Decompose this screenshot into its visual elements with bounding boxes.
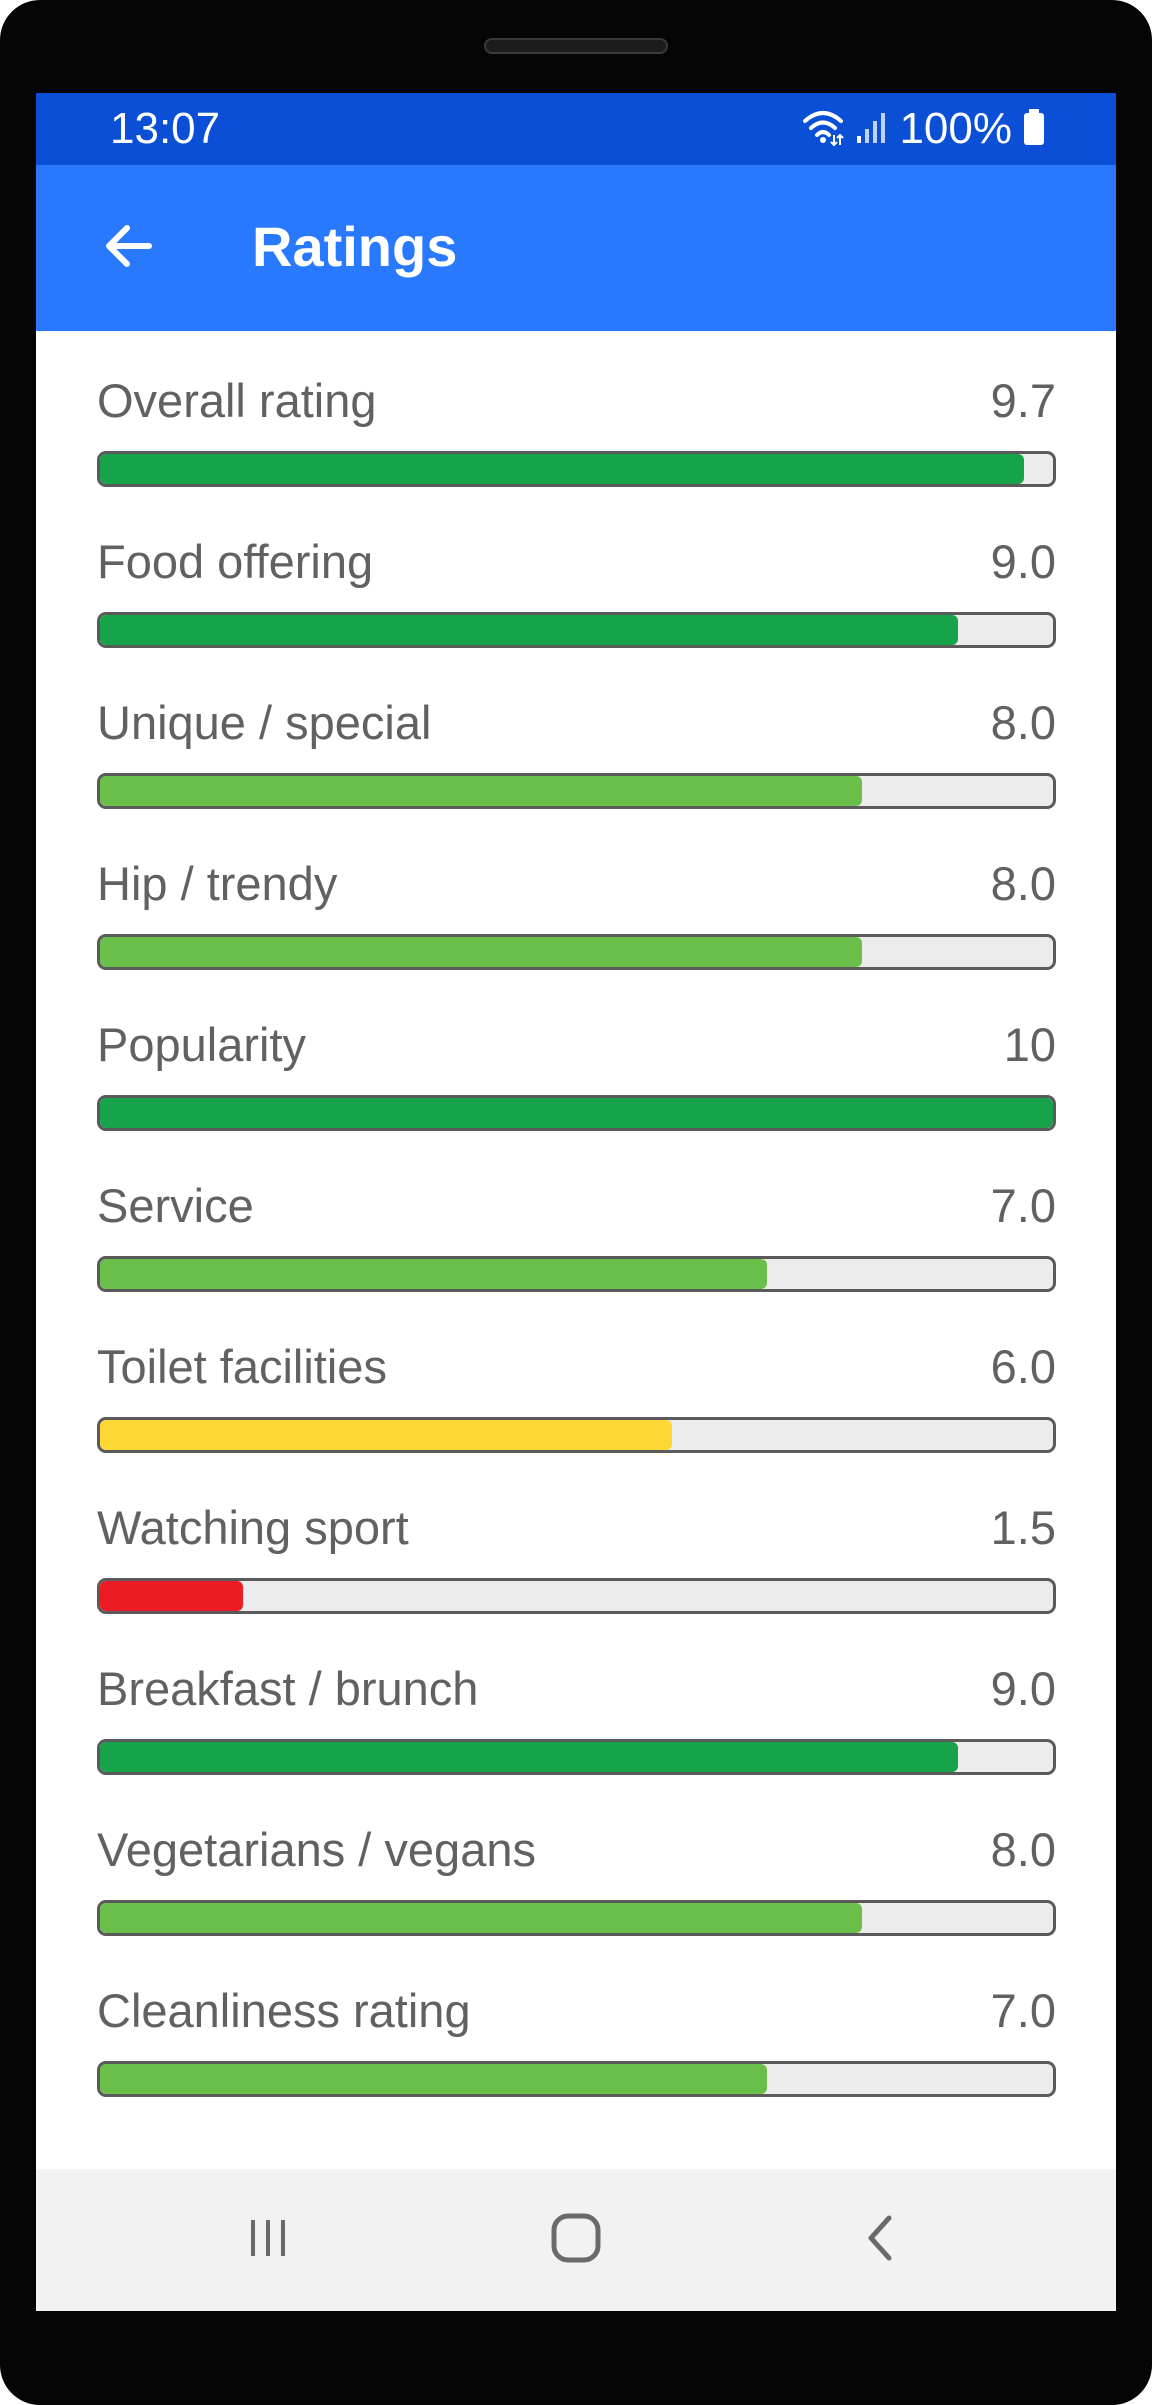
rating-row: Popularity 10 [97, 1017, 1056, 1178]
rating-label: Overall rating [97, 374, 377, 427]
rating-value: 7.0 [990, 1984, 1056, 2037]
rating-bar-fill [100, 776, 863, 806]
rating-row: Service 7.0 [97, 1178, 1056, 1339]
rating-value: 9.7 [990, 374, 1056, 427]
rating-bar-track [97, 773, 1056, 809]
home-icon [546, 2208, 606, 2273]
recent-apps-icon [238, 2208, 298, 2273]
battery-percentage: 100% [899, 104, 1012, 153]
rating-label: Food offering [97, 535, 374, 588]
rating-value: 1.5 [990, 1501, 1056, 1554]
rating-value: 9.0 [990, 535, 1056, 588]
rating-value: 6.0 [990, 1340, 1056, 1393]
rating-bar-track [97, 612, 1056, 648]
rating-value: 7.0 [990, 1179, 1056, 1232]
phone-frame: 13:07 100% Ratings Overall rating 9.7 Fo… [0, 0, 1152, 2405]
rating-row: Overall rating 9.7 [97, 373, 1056, 534]
signal-icon [855, 109, 889, 150]
rating-label: Vegetarians / vegans [97, 1823, 536, 1876]
rating-label: Cleanliness rating [97, 1984, 471, 2037]
rating-value: 9.0 [990, 1662, 1056, 1715]
rating-value: 8.0 [990, 857, 1056, 910]
app-bar: Ratings [36, 165, 1116, 331]
rating-row: Food offering 9.0 [97, 534, 1056, 695]
rating-bar-fill [100, 1903, 863, 1933]
rating-row: Breakfast / brunch 9.0 [97, 1661, 1056, 1822]
battery-icon [1022, 107, 1046, 152]
rating-bar-fill [100, 1420, 672, 1450]
rating-bar-fill [100, 2064, 768, 2094]
arrow-left-icon [99, 216, 159, 281]
rating-bar-fill [100, 1098, 1053, 1128]
wifi-icon [801, 107, 845, 152]
rating-label: Hip / trendy [97, 857, 338, 910]
rating-bar-track [97, 1256, 1056, 1292]
rating-bar-track [97, 1095, 1056, 1131]
status-time: 13:07 [110, 104, 221, 153]
speaker-grille [484, 38, 668, 54]
system-nav-bar [36, 2169, 1116, 2311]
rating-bar-track [97, 1417, 1056, 1453]
rating-label: Watching sport [97, 1501, 409, 1554]
back-button[interactable] [86, 205, 172, 291]
rating-value: 8.0 [990, 696, 1056, 749]
rating-bar-fill [100, 1742, 958, 1772]
rating-bar-fill [100, 454, 1025, 484]
rating-bar-track [97, 1900, 1056, 1936]
back-nav-button[interactable] [836, 2195, 926, 2285]
rating-row: Hip / trendy 8.0 [97, 856, 1056, 1017]
rating-value: 10 [1003, 1018, 1056, 1071]
rating-bar-track [97, 451, 1056, 487]
rating-value: 8.0 [990, 1823, 1056, 1876]
recent-apps-button[interactable] [223, 2195, 313, 2285]
rating-bar-fill [100, 937, 863, 967]
rating-bar-fill [100, 615, 958, 645]
rating-bar-track [97, 934, 1056, 970]
rating-row: Watching sport 1.5 [97, 1500, 1056, 1661]
rating-label: Service [97, 1179, 254, 1232]
rating-bar-track [97, 1739, 1056, 1775]
rating-label: Unique / special [97, 696, 432, 749]
screen: 13:07 100% Ratings Overall rating 9.7 Fo… [36, 93, 1116, 2311]
rating-bar-fill [100, 1259, 768, 1289]
rating-row: Vegetarians / vegans 8.0 [97, 1822, 1056, 1983]
ratings-list: Overall rating 9.7 Food offering 9.0 Uni [97, 373, 1056, 2144]
rating-row: Toilet facilities 6.0 [97, 1339, 1056, 1500]
status-bar: 13:07 100% [36, 93, 1116, 165]
rating-label: Breakfast / brunch [97, 1662, 479, 1715]
rating-label: Toilet facilities [97, 1340, 387, 1393]
status-icons: 100% [801, 105, 1046, 153]
rating-bar-track [97, 1578, 1056, 1614]
page-title: Ratings [252, 215, 458, 278]
rating-bar-fill [100, 1581, 243, 1611]
rating-row: Cleanliness rating 7.0 [97, 1983, 1056, 2144]
rating-row: Unique / special 8.0 [97, 695, 1056, 856]
back-nav-icon [851, 2208, 911, 2273]
rating-bar-track [97, 2061, 1056, 2097]
rating-label: Popularity [97, 1018, 306, 1071]
home-button[interactable] [531, 2195, 621, 2285]
